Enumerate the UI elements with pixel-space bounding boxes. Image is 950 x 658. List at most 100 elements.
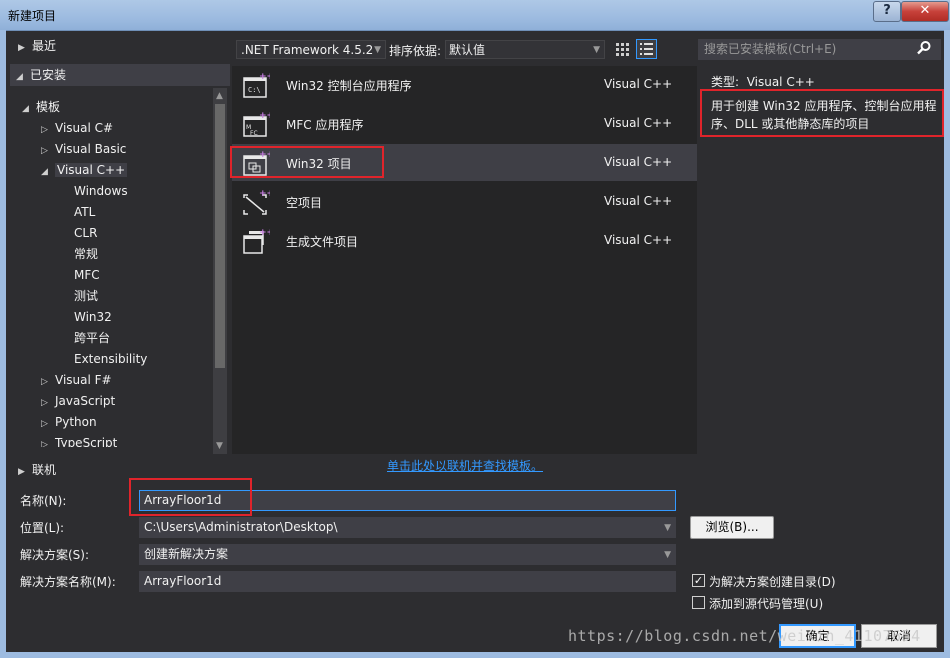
empty-project-icon: ++ <box>242 188 274 216</box>
tree-node-cross-platform[interactable]: 跨平台 <box>74 328 110 348</box>
expand-arrow-icon: ▷ <box>41 377 48 387</box>
framework-value: .NET Framework 4.5.2 <box>241 43 374 57</box>
tree-node-javascript[interactable]: ▷ JavaScript <box>41 391 115 411</box>
expand-arrow-icon: ▷ <box>41 398 48 408</box>
tree-label: 测试 <box>74 289 99 303</box>
tree-node-win32[interactable]: Win32 <box>74 307 112 327</box>
search-icon[interactable] <box>916 40 932 60</box>
tree-label: Win32 <box>74 310 112 324</box>
collapse-arrow-icon: ◢ <box>16 72 23 82</box>
window-title: 新建项目 <box>8 9 57 23</box>
location-label: 位置(L): <box>20 521 65 535</box>
tree-node-clr[interactable]: CLR <box>74 223 97 243</box>
solution-name-input[interactable]: ArrayFloor1d <box>139 571 676 592</box>
tree-label: Visual F# <box>55 373 112 387</box>
description-type: 类型: Visual C++ <box>711 73 815 90</box>
location-combobox[interactable]: C:\Users\Administrator\Desktop\ ▼ <box>139 517 676 538</box>
tree-node-extensibility[interactable]: Extensibility <box>74 349 147 369</box>
template-row[interactable]: C:\ ++ Win32 控制台应用程序 Visual C++ <box>232 66 697 103</box>
tree-node-windows[interactable]: Windows <box>74 181 128 201</box>
type-value: Visual C++ <box>746 75 815 89</box>
tree-label: TypeScript <box>55 436 118 447</box>
expand-arrow-icon: ▷ <box>41 125 48 135</box>
tree-label: 联机 <box>32 463 57 477</box>
template-name: 空项目 <box>286 196 323 210</box>
tree-node-atl[interactable]: ATL <box>74 202 95 222</box>
tree-label: Windows <box>74 184 128 198</box>
grid-view-icon[interactable] <box>612 40 632 59</box>
tree-label: Visual Basic <box>55 142 127 156</box>
tree-label: JavaScript <box>55 394 116 408</box>
highlight-box <box>700 89 944 137</box>
chevron-down-icon: ▼ <box>374 45 381 55</box>
tree-node-general[interactable]: 常规 <box>74 244 98 264</box>
sort-label: 排序依据: <box>389 44 442 58</box>
tree-node-templates[interactable]: ◢ 模板 <box>22 97 60 117</box>
location-value: C:\Users\Administrator\Desktop\ <box>144 520 338 534</box>
console-app-icon: C:\ ++ <box>242 71 274 99</box>
tree-label: Visual C++ <box>55 163 128 177</box>
tree-label: ATL <box>74 205 96 219</box>
scroll-down-arrow-icon[interactable]: ▼ <box>216 441 223 451</box>
window-frame-left <box>0 30 6 658</box>
solution-name-value: ArrayFloor1d <box>144 574 222 588</box>
tree-label: 跨平台 <box>74 331 111 345</box>
search-input[interactable]: 搜索已安装模板(Ctrl+E) <box>698 39 941 60</box>
solution-label: 解决方案(S): <box>20 548 90 562</box>
svg-text:++: ++ <box>259 189 270 199</box>
tree-node-visual-csharp[interactable]: ▷ Visual C# <box>41 118 113 138</box>
create-directory-checkbox[interactable]: ✓ <box>692 574 705 587</box>
help-button[interactable]: ? <box>873 1 901 22</box>
solution-name-label: 解决方案名称(M): <box>20 575 116 589</box>
highlight-box <box>230 146 384 178</box>
tree-node-typescript[interactable]: ▷ TypeScript <box>41 433 117 447</box>
tree-label: 常规 <box>74 247 99 261</box>
search-placeholder: 搜索已安装模板(Ctrl+E) <box>704 42 837 56</box>
tree-scrollbar-thumb[interactable] <box>215 104 225 368</box>
template-row[interactable]: ++ 生成文件项目 Visual C++ <box>232 222 697 259</box>
tree-node-visual-basic[interactable]: ▷ Visual Basic <box>41 139 126 159</box>
makefile-project-icon: ++ <box>242 227 274 255</box>
svg-text:C:\: C:\ <box>248 86 261 94</box>
close-button[interactable]: ✕ <box>901 1 949 22</box>
tree-label: 已安装 <box>30 68 67 82</box>
template-language: Visual C++ <box>604 77 673 91</box>
tree-node-installed[interactable]: ◢ 已安装 <box>16 65 66 85</box>
collapse-arrow-icon: ◢ <box>22 104 29 114</box>
solution-select[interactable]: 创建新解决方案 ▼ <box>139 544 676 565</box>
tree-label: Extensibility <box>74 352 148 366</box>
expand-arrow-icon: ▶ <box>18 467 25 477</box>
template-row[interactable]: ++ 空项目 Visual C++ <box>232 183 697 220</box>
tree-label: 模板 <box>36 100 61 114</box>
template-list: C:\++ Win32 控制台应用程序 Visual C++ MFC++ MFC… <box>232 66 697 454</box>
watermark: https://blog.csdn.net/weixin_41107654 <box>568 627 921 645</box>
mfc-app-icon: MFC++ <box>242 110 274 138</box>
tree-node-recent[interactable]: ▶ 最近 <box>18 36 56 56</box>
list-view-icon[interactable] <box>636 39 657 59</box>
expand-arrow-icon: ▷ <box>41 440 48 447</box>
name-label: 名称(N): <box>20 494 67 508</box>
expand-arrow-icon: ▶ <box>18 43 25 53</box>
tree-node-mfc[interactable]: MFC <box>74 265 100 285</box>
online-templates-link[interactable]: 单击此处以联机并查找模板。 <box>387 457 543 474</box>
chevron-down-icon: ▼ <box>664 523 671 533</box>
template-name: MFC 应用程序 <box>286 118 364 132</box>
tree-node-python[interactable]: ▷ Python <box>41 412 97 432</box>
tree-node-visual-cpp[interactable]: ◢ Visual C++ <box>41 160 128 180</box>
tree-label: 最近 <box>32 39 57 53</box>
sort-select[interactable]: 默认值 ▼ <box>445 40 605 59</box>
tree-node-test[interactable]: 测试 <box>74 286 98 306</box>
sort-value: 默认值 <box>449 43 486 57</box>
template-language: Visual C++ <box>604 155 673 169</box>
scroll-up-arrow-icon[interactable]: ▲ <box>216 91 223 101</box>
tree-node-visual-fsharp[interactable]: ▷ Visual F# <box>41 370 112 390</box>
browse-button[interactable]: 浏览(B)... <box>690 516 774 539</box>
template-row[interactable]: MFC++ MFC 应用程序 Visual C++ <box>232 105 697 142</box>
window-frame-bottom <box>0 652 950 658</box>
chevron-down-icon: ▼ <box>664 550 671 560</box>
source-control-checkbox[interactable] <box>692 596 705 609</box>
window-frame-right <box>944 30 950 658</box>
tree-node-online[interactable]: ▶ 联机 <box>18 460 56 480</box>
svg-text:++: ++ <box>259 111 270 121</box>
framework-select[interactable]: .NET Framework 4.5.2 ▼ <box>236 40 386 59</box>
